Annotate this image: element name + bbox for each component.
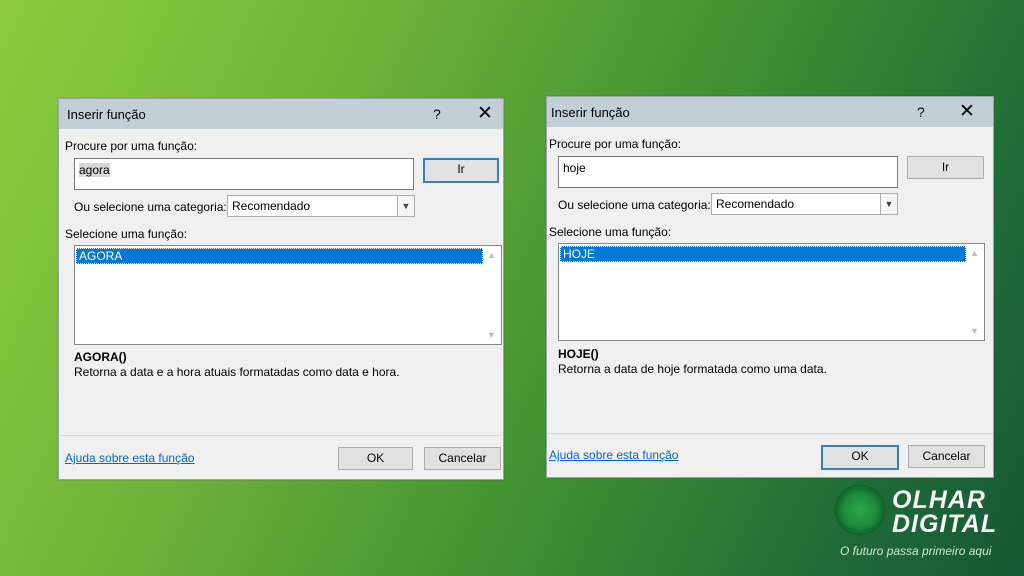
function-description: Retorna a data e a hora atuais formatada… <box>74 365 400 379</box>
chevron-down-icon[interactable]: ▼ <box>397 196 414 216</box>
category-select[interactable]: Recomendado ▼ <box>227 195 415 217</box>
search-input-value: agora <box>79 163 110 177</box>
chevron-down-icon[interactable]: ▼ <box>880 194 897 214</box>
cancel-button[interactable]: Cancelar <box>424 447 501 470</box>
scrollbar[interactable]: ▲ ▼ <box>967 245 983 339</box>
close-icon[interactable]: ✕ <box>477 102 493 125</box>
ok-button[interactable]: OK <box>338 447 413 470</box>
search-input[interactable]: hoje <box>558 156 898 188</box>
scroll-up-icon[interactable]: ▲ <box>487 250 496 260</box>
scroll-up-icon[interactable]: ▲ <box>970 248 979 258</box>
category-select-value: Recomendado <box>232 199 311 213</box>
list-item[interactable]: HOJE <box>560 246 966 262</box>
logo-tagline: O futuro passa primeiro aqui <box>840 544 992 558</box>
category-select-value: Recomendado <box>716 197 795 211</box>
scrollbar[interactable]: ▲ ▼ <box>484 247 500 343</box>
category-label: Ou selecione uma categoria: <box>558 198 711 212</box>
function-list-label: Selecione uma função: <box>549 225 672 239</box>
insert-function-dialog-2: Inserir função ? ✕ Procure por uma funçã… <box>546 96 994 478</box>
separator <box>59 435 503 436</box>
cancel-button[interactable]: Cancelar <box>908 445 985 468</box>
dialog-titlebar: Inserir função ? ✕ <box>547 97 993 127</box>
scroll-down-icon[interactable]: ▼ <box>970 326 979 336</box>
olhar-digital-logo: OLHAR DIGITAL O futuro passa primeiro aq… <box>834 484 1024 576</box>
function-list-label: Selecione uma função: <box>65 227 188 241</box>
logo-text-line2: DIGITAL <box>892 510 998 538</box>
help-link[interactable]: Ajuda sobre esta função <box>65 451 194 465</box>
dialog-title: Inserir função <box>67 107 146 122</box>
separator <box>547 433 993 434</box>
search-label: Procure por uma função: <box>549 137 682 151</box>
category-label: Ou selecione uma categoria: <box>74 200 227 214</box>
category-select[interactable]: Recomendado ▼ <box>711 193 898 215</box>
help-link[interactable]: Ajuda sobre esta função <box>549 448 678 462</box>
dialog-title: Inserir função <box>551 105 630 120</box>
search-input[interactable]: agora <box>74 158 414 190</box>
go-button[interactable]: Ir <box>423 158 499 183</box>
function-listbox[interactable]: AGORA ▲ ▼ <box>74 245 502 345</box>
go-button[interactable]: Ir <box>907 156 984 179</box>
search-input-value: hoje <box>563 161 586 175</box>
help-icon[interactable]: ? <box>433 106 441 122</box>
function-signature: HOJE() <box>558 347 599 361</box>
logo-eye-icon <box>834 484 886 536</box>
search-label: Procure por uma função: <box>65 139 198 153</box>
scroll-down-icon[interactable]: ▼ <box>487 330 496 340</box>
dialog-titlebar: Inserir função ? ✕ <box>59 99 503 129</box>
function-listbox[interactable]: HOJE ▲ ▼ <box>558 243 985 341</box>
help-icon[interactable]: ? <box>917 104 925 120</box>
function-signature: AGORA() <box>74 350 127 364</box>
list-item[interactable]: AGORA <box>76 248 483 264</box>
ok-button[interactable]: OK <box>821 445 899 470</box>
insert-function-dialog-1: Inserir função ? ✕ Procure por uma funçã… <box>58 98 504 480</box>
close-icon[interactable]: ✕ <box>959 100 975 123</box>
function-description: Retorna a data de hoje formatada como um… <box>558 362 827 376</box>
